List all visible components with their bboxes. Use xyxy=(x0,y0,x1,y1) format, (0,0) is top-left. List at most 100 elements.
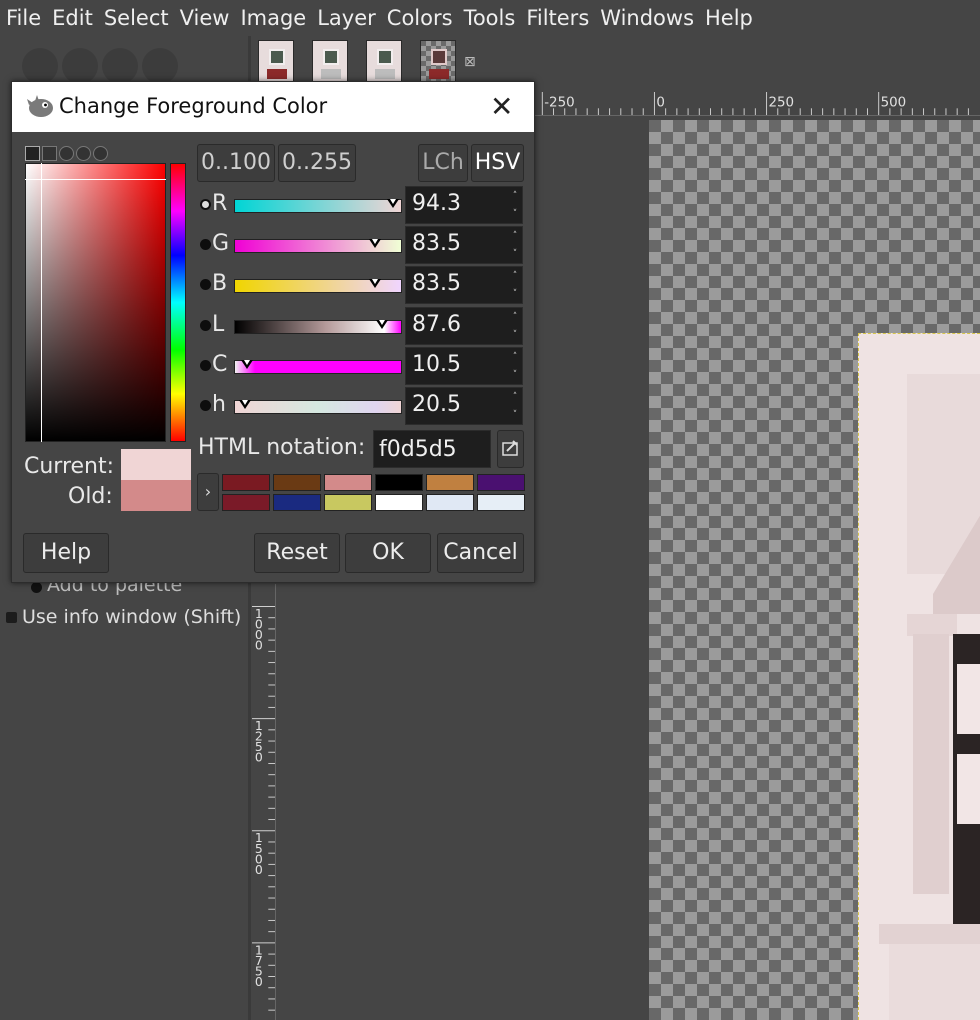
channel-R-spinbox[interactable]: 94.3 ˄ ˅ xyxy=(405,186,523,224)
channel-R-label: R xyxy=(212,191,228,216)
channel-G-slider[interactable] xyxy=(234,239,402,253)
slider-handle-icon[interactable] xyxy=(387,199,400,213)
ruler-v-label: 1000 xyxy=(255,606,263,653)
add-to-palette-radio[interactable] xyxy=(31,582,42,593)
channel-h-spinbox[interactable]: 20.5 ˄ ˅ xyxy=(405,387,523,425)
ruler-h-label: 0 xyxy=(656,95,665,110)
slider-handle-icon[interactable] xyxy=(238,400,251,414)
history-swatch[interactable] xyxy=(324,474,372,491)
channel-value: 83.5 xyxy=(412,231,461,256)
channel-R-radio[interactable] xyxy=(200,199,211,210)
gimp-wilber-icon xyxy=(27,95,53,117)
use-info-window-checkbox[interactable] xyxy=(6,612,17,623)
channel-B-slider[interactable] xyxy=(234,279,402,293)
channel-value: 94.3 xyxy=(412,191,461,216)
channel-value: 83.5 xyxy=(412,271,461,296)
range-0-100-button[interactable]: 0..100 xyxy=(197,144,275,182)
channel-C-slider[interactable] xyxy=(234,360,402,374)
spin-arrows-icon[interactable]: ˄ ˅ xyxy=(508,348,522,384)
history-swatch[interactable] xyxy=(477,474,525,491)
channel-G-radio[interactable] xyxy=(200,239,211,250)
wheel-selector-icon[interactable] xyxy=(76,146,91,161)
close-icon[interactable]: ✕ xyxy=(490,90,513,123)
gimp-selector-icon[interactable] xyxy=(25,146,40,161)
tab-close-icon[interactable]: ⊠ xyxy=(464,54,476,70)
menu-tools[interactable]: Tools xyxy=(464,6,516,30)
hsv-button[interactable]: HSV xyxy=(471,144,524,182)
channel-h-radio[interactable] xyxy=(200,400,211,411)
cancel-button[interactable]: Cancel xyxy=(437,533,524,573)
history-swatch[interactable] xyxy=(273,494,321,511)
saturation-value-square[interactable] xyxy=(25,163,166,442)
channel-B-spinbox[interactable]: 83.5 ˄ ˅ xyxy=(405,266,523,304)
history-swatch[interactable] xyxy=(222,494,270,511)
triangle-selector-icon[interactable] xyxy=(59,146,74,161)
channel-C-spinbox[interactable]: 10.5 ˄ ˅ xyxy=(405,347,523,385)
menu-layer[interactable]: Layer xyxy=(317,6,376,30)
range-0-255-button[interactable]: 0..255 xyxy=(278,144,356,182)
image-tab-1[interactable] xyxy=(258,40,294,84)
current-label: Current: xyxy=(24,454,115,479)
color-picker-button[interactable] xyxy=(497,430,524,468)
menu-edit[interactable]: Edit xyxy=(52,6,93,30)
ruler-h-label: 500 xyxy=(881,95,907,110)
spin-arrows-icon[interactable]: ˄ ˅ xyxy=(508,267,522,303)
channel-C-radio[interactable] xyxy=(200,360,211,371)
hue-strip[interactable] xyxy=(170,163,186,442)
menu-colors[interactable]: Colors xyxy=(387,6,453,30)
channel-B-radio[interactable] xyxy=(200,279,211,290)
cmyk-selector-icon[interactable] xyxy=(42,146,57,161)
slider-handle-icon[interactable] xyxy=(240,360,253,374)
spin-arrows-icon[interactable]: ˄ ˅ xyxy=(508,227,522,263)
sv-crosshair-vertical xyxy=(41,163,42,442)
history-swatch[interactable] xyxy=(273,474,321,491)
channel-h-slider[interactable] xyxy=(234,400,402,414)
html-notation-input[interactable] xyxy=(373,430,491,468)
menu-select[interactable]: Select xyxy=(104,6,169,30)
history-swatch[interactable] xyxy=(222,474,270,491)
history-expand-button[interactable]: › xyxy=(197,473,219,511)
spin-arrows-icon[interactable]: ˄ ˅ xyxy=(508,308,522,344)
channel-G-spinbox[interactable]: 83.5 ˄ ˅ xyxy=(405,226,523,264)
change-foreground-color-dialog: Change Foreground Color ✕ 0..100 0..255 … xyxy=(11,81,535,583)
ruler-v-label: 1750 xyxy=(255,942,263,989)
help-button[interactable]: Help xyxy=(23,533,109,573)
sv-crosshair-horizontal xyxy=(25,179,166,180)
channel-L-slider[interactable] xyxy=(234,320,402,334)
image-tab-2[interactable] xyxy=(312,40,348,84)
image-tab-4[interactable] xyxy=(420,40,456,84)
history-swatch[interactable] xyxy=(375,474,423,491)
color-selector-tabs xyxy=(25,146,108,163)
menu-filters[interactable]: Filters xyxy=(526,6,589,30)
history-swatch[interactable] xyxy=(375,494,423,511)
menu-file[interactable]: File xyxy=(6,6,41,30)
vertical-ruler: 1 0 0 0 1 2 5 0 1 5 0 0 1 7 5 0 xyxy=(252,584,276,1020)
history-swatch[interactable] xyxy=(426,474,474,491)
menu-view[interactable]: View xyxy=(180,6,230,30)
menu-help[interactable]: Help xyxy=(705,6,753,30)
spin-arrows-icon[interactable]: ˄ ˅ xyxy=(508,187,522,223)
ruler-h-label: 250 xyxy=(768,95,794,110)
dialog-titlebar[interactable]: Change Foreground Color ✕ xyxy=(12,82,534,132)
ok-button[interactable]: OK xyxy=(345,533,431,573)
history-swatch[interactable] xyxy=(477,494,525,511)
channel-G-label: G xyxy=(212,231,230,256)
history-swatch[interactable] xyxy=(426,494,474,511)
lch-button[interactable]: LCh xyxy=(418,144,468,182)
history-swatch[interactable] xyxy=(324,494,372,511)
menu-bar: File Edit Select View Image Layer Colors Tools F… xyxy=(0,0,980,36)
spin-arrows-icon[interactable]: ˄ ˅ xyxy=(508,388,522,424)
old-color-swatch[interactable] xyxy=(121,480,191,511)
slider-handle-icon[interactable] xyxy=(376,320,389,334)
channel-L-spinbox[interactable]: 87.6 ˄ ˅ xyxy=(405,307,523,345)
channel-R-slider[interactable] xyxy=(234,199,402,213)
image-tab-3[interactable] xyxy=(366,40,402,84)
menu-windows[interactable]: Windows xyxy=(600,6,694,30)
channel-L-radio[interactable] xyxy=(200,320,211,331)
watercolor-selector-icon[interactable] xyxy=(93,146,108,161)
menu-image[interactable]: Image xyxy=(240,6,306,30)
slider-handle-icon[interactable] xyxy=(369,239,382,253)
reset-button[interactable]: Reset xyxy=(254,533,340,573)
ruler-v-label: 1500 xyxy=(255,830,263,877)
slider-handle-icon[interactable] xyxy=(369,279,382,293)
